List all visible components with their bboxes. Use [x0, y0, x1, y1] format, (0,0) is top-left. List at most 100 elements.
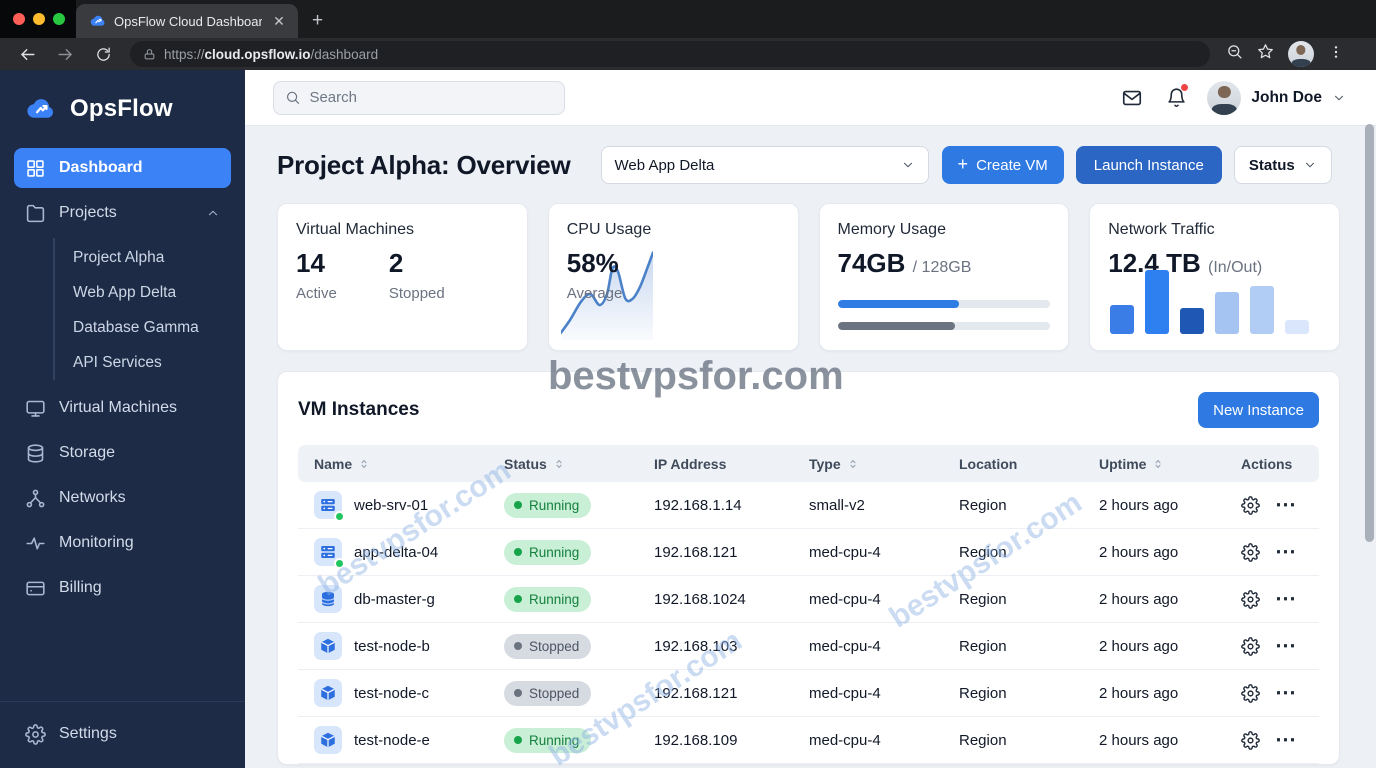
vm-name: test-node-e — [354, 731, 430, 749]
network-bar — [1110, 305, 1135, 334]
sidebar-item-api-services[interactable]: API Services — [55, 345, 231, 380]
browser-tab[interactable]: OpsFlow Cloud Dashboard ✕ — [76, 4, 298, 38]
card-title: Virtual Machines — [296, 221, 414, 238]
bookmark-star-icon[interactable] — [1257, 43, 1274, 65]
browser-menu-icon[interactable] — [1328, 44, 1344, 65]
vm-name: app-delta-04 — [354, 543, 439, 561]
sidebar-item-storage[interactable]: Storage — [14, 433, 231, 473]
search-input[interactable] — [309, 89, 553, 106]
vm-name: test-node-b — [354, 637, 430, 655]
tab-close-icon[interactable]: ✕ — [270, 12, 288, 30]
minimize-window-button[interactable] — [33, 13, 45, 25]
sidebar-item-database-gamma[interactable]: Database Gamma — [55, 310, 231, 345]
row-more-icon[interactable]: ⋯ — [1275, 494, 1297, 515]
row-more-icon[interactable]: ⋯ — [1275, 729, 1297, 750]
maximize-window-button[interactable] — [53, 13, 65, 25]
user-menu[interactable]: John Doe — [1207, 80, 1346, 115]
column-header-name[interactable]: Name — [298, 456, 488, 472]
sidebar-item-label: Billing — [59, 579, 102, 596]
row-settings-gear-icon[interactable] — [1241, 590, 1260, 609]
notification-dot — [1181, 83, 1189, 91]
table-row[interactable]: db-master-g Running 192.168.1024 med-cpu… — [298, 576, 1319, 623]
sidebar-item-networks[interactable]: Networks — [14, 478, 231, 518]
memory-used-value: 74GB — [837, 248, 906, 278]
sidebar-item-label: Monitoring — [59, 534, 134, 551]
back-icon[interactable] — [12, 41, 42, 67]
new-tab-button[interactable]: + — [312, 10, 323, 38]
row-more-icon[interactable]: ⋯ — [1275, 635, 1297, 656]
column-header-status[interactable]: Status — [488, 456, 638, 472]
sidebar-item-projects[interactable]: Projects — [14, 193, 231, 233]
vm-ip: 192.168.109 — [654, 731, 738, 749]
sidebar-item-dashboard[interactable]: Dashboard — [14, 148, 231, 188]
cube-icon — [314, 632, 342, 660]
bell-icon[interactable] — [1163, 83, 1189, 111]
mail-icon[interactable] — [1119, 85, 1145, 111]
card-title: Network Traffic — [1108, 221, 1215, 238]
project-selector[interactable]: Web App Delta — [600, 146, 929, 184]
forward-icon[interactable] — [50, 41, 80, 67]
close-window-button[interactable] — [13, 13, 25, 25]
vm-ip: 192.168.103 — [654, 637, 738, 655]
column-header-uptime[interactable]: Uptime — [1083, 456, 1225, 472]
row-settings-gear-icon[interactable] — [1241, 543, 1260, 562]
network-traffic-card: Network Traffic 12.4 TB (In/Out) — [1089, 203, 1340, 351]
lock-icon — [144, 48, 155, 59]
app-logo: OpsFlow — [0, 70, 245, 132]
status-badge: Running — [504, 492, 592, 518]
sidebar-item-monitoring[interactable]: Monitoring — [14, 523, 231, 563]
search-box[interactable] — [273, 80, 565, 115]
sidebar-item-label: Storage — [59, 444, 116, 461]
row-more-icon[interactable]: ⋯ — [1275, 682, 1297, 703]
card-title: Memory Usage — [837, 221, 946, 238]
sidebar: OpsFlow Dashboard Projects Project Alpha… — [0, 70, 245, 768]
browser-chrome: OpsFlow Cloud Dashboard ✕ + https://clou… — [0, 0, 1376, 70]
table-row[interactable]: test-node-e Running 192.168.109 med-cpu-… — [298, 717, 1319, 764]
cube-icon — [314, 679, 342, 707]
launch-instance-button[interactable]: Launch Instance — [1075, 146, 1222, 184]
projects-subnav: Project Alpha Web App Delta Database Gam… — [53, 238, 231, 380]
create-vm-button[interactable]: + Create VM — [941, 146, 1064, 184]
vm-ip: 192.168.121 — [654, 684, 738, 702]
sidebar-item-label: Settings — [59, 725, 117, 742]
new-instance-button[interactable]: New Instance — [1198, 392, 1319, 428]
sidebar-item-project-alpha[interactable]: Project Alpha — [55, 240, 231, 275]
sidebar-item-label: Dashboard — [59, 159, 143, 176]
memory-bar-secondary — [837, 322, 1051, 330]
table-row[interactable]: web-srv-01 Running 192.168.1.14 small-v2… — [298, 482, 1319, 529]
table-row[interactable]: test-node-b Stopped 192.168.103 med-cpu-… — [298, 623, 1319, 670]
browser-profile-avatar[interactable] — [1288, 41, 1314, 67]
vm-uptime: 2 hours ago — [1099, 543, 1179, 561]
sidebar-item-virtual-machines[interactable]: Virtual Machines — [14, 388, 231, 428]
vm-name: test-node-c — [354, 684, 430, 702]
address-field[interactable]: https://cloud.opsflow.io/dashboard — [130, 41, 1210, 67]
sidebar-item-settings[interactable]: Settings — [14, 714, 231, 754]
gear-icon — [25, 724, 46, 745]
sort-icon — [1152, 458, 1164, 470]
card-title: CPU Usage — [566, 221, 652, 238]
sidebar-item-billing[interactable]: Billing — [14, 568, 231, 608]
project-selector-value: Web App Delta — [614, 156, 715, 174]
vm-location: Region — [959, 684, 1007, 702]
table-row[interactable]: app-delta-04 Running 192.168.121 med-cpu… — [298, 529, 1319, 576]
column-header-type[interactable]: Type — [793, 456, 943, 472]
row-more-icon[interactable]: ⋯ — [1275, 541, 1297, 562]
section-title: VM Instances — [298, 399, 420, 420]
row-settings-gear-icon[interactable] — [1241, 684, 1260, 703]
sidebar-item-web-app-delta[interactable]: Web App Delta — [55, 275, 231, 310]
credit-card-icon — [26, 581, 45, 595]
table-row[interactable]: test-node-c Stopped 192.168.121 med-cpu-… — [298, 670, 1319, 717]
user-avatar — [1207, 80, 1242, 115]
zoom-icon[interactable] — [1226, 43, 1243, 65]
server-icon — [314, 491, 345, 522]
page-scrollbar[interactable] — [1365, 124, 1374, 542]
reload-icon[interactable] — [88, 41, 118, 67]
sidebar-item-label: Virtual Machines — [59, 399, 177, 416]
row-settings-gear-icon[interactable] — [1241, 637, 1260, 656]
status-filter-button[interactable]: Status — [1233, 146, 1332, 184]
row-settings-gear-icon[interactable] — [1241, 496, 1260, 515]
row-settings-gear-icon[interactable] — [1241, 731, 1260, 750]
vm-uptime: 2 hours ago — [1099, 496, 1179, 514]
row-more-icon[interactable]: ⋯ — [1275, 588, 1297, 609]
vm-ip: 192.168.1.14 — [654, 496, 742, 514]
